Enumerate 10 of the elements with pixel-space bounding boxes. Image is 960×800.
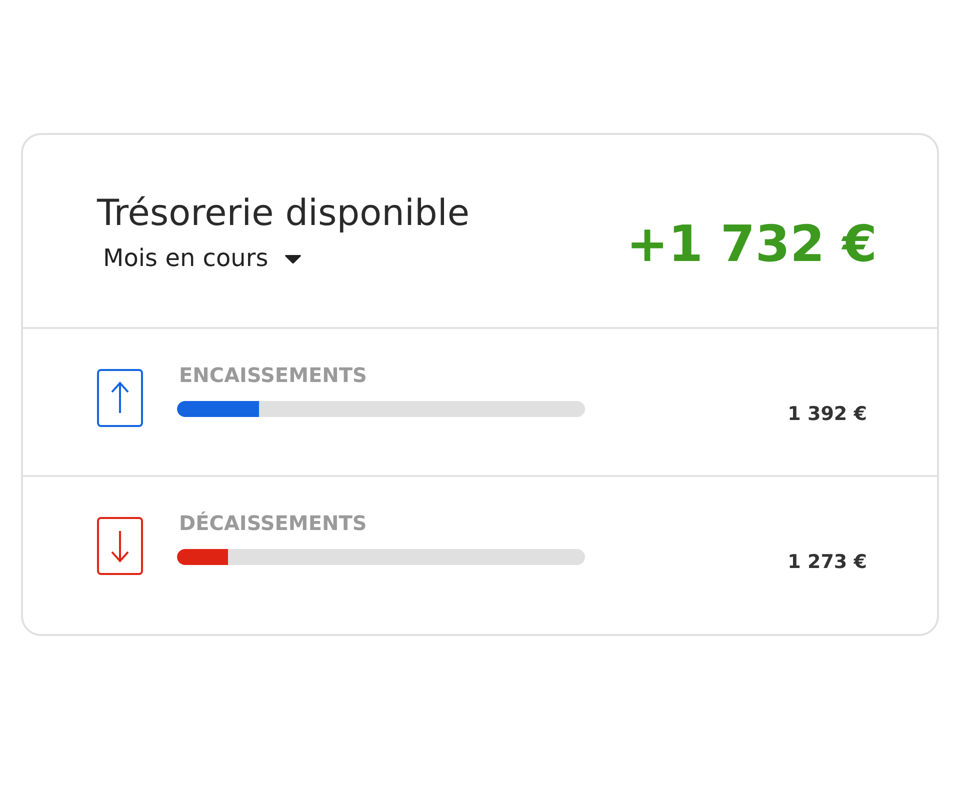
total-amount: +1 732 € — [626, 215, 877, 273]
card-title: Trésorerie disponible — [97, 193, 470, 234]
caret-icon — [284, 255, 302, 265]
arrow-down-icon — [97, 517, 143, 577]
period-dropdown[interactable]: Mois en cours — [103, 244, 302, 272]
flow-label: ENCAISSEMENTS — [179, 363, 368, 387]
flow-amount: 1 273 € — [788, 551, 867, 573]
flow-label: DÉCAISSEMENTS — [179, 511, 368, 535]
flow-amount: 1 392 € — [788, 403, 867, 425]
arrow-up-icon — [97, 369, 143, 429]
